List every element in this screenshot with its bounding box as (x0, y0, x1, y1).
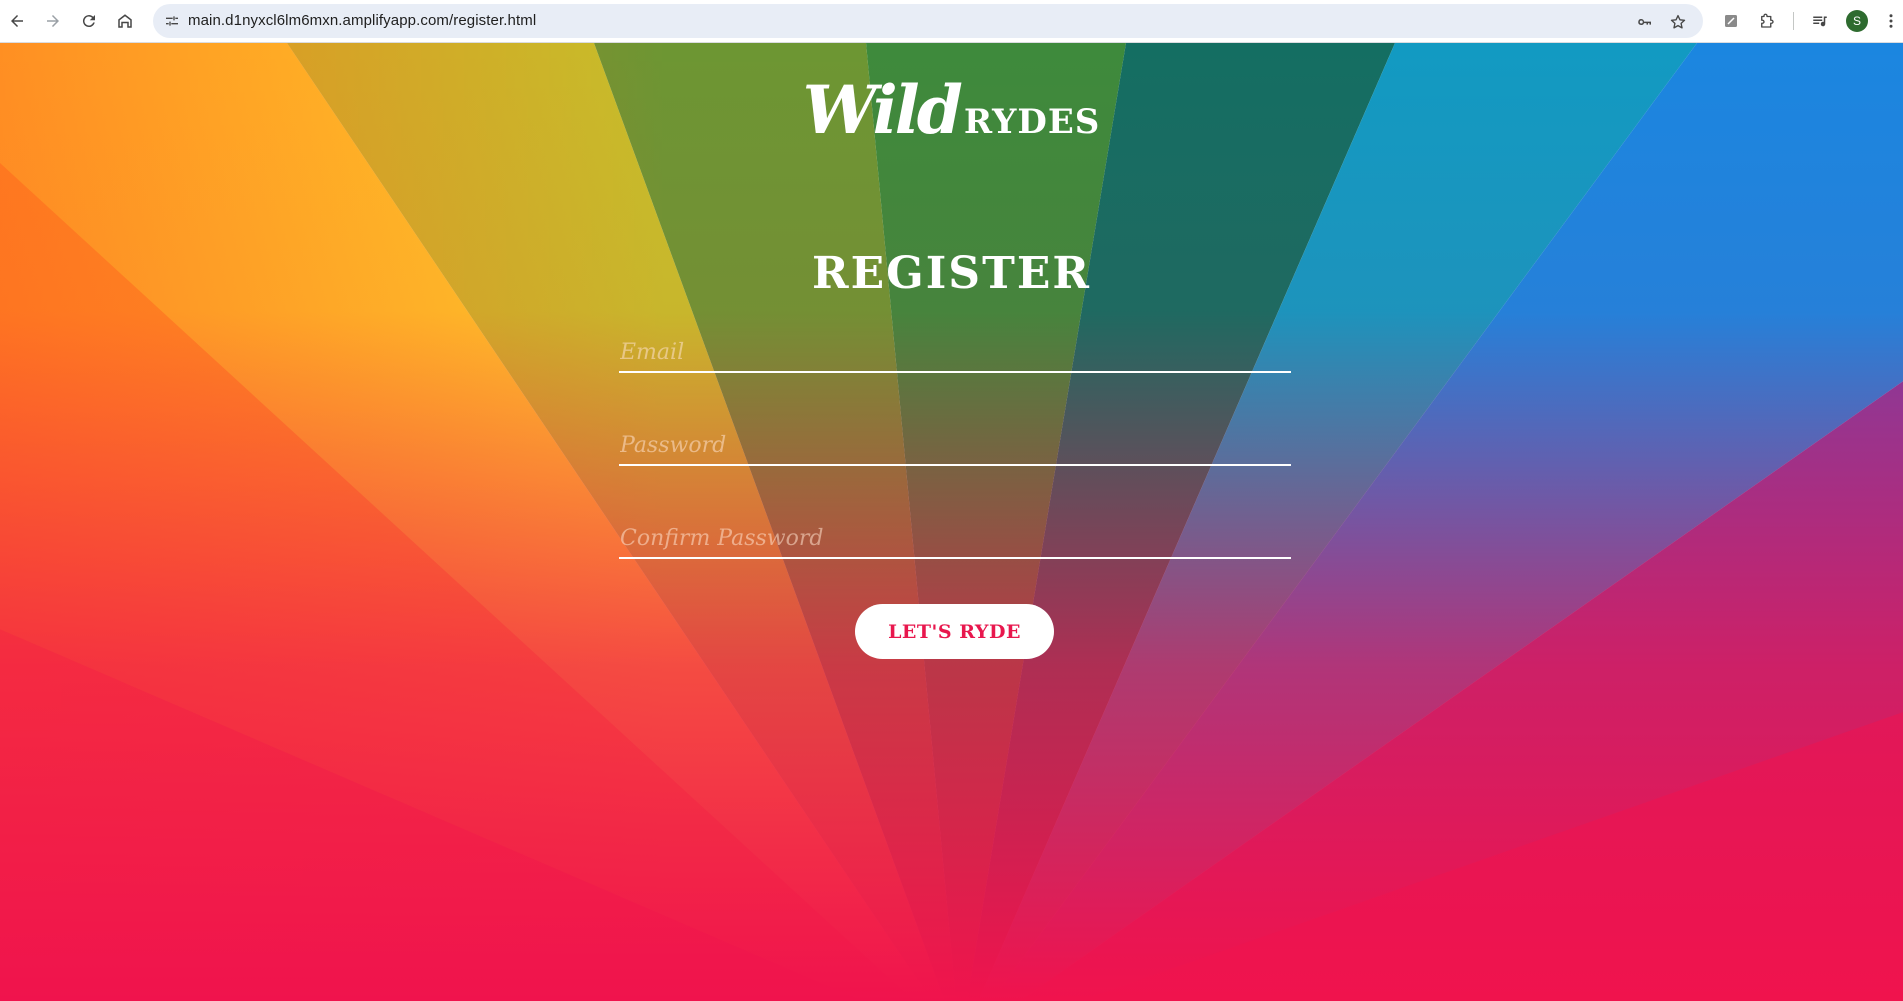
password-manager-button[interactable] (1635, 12, 1655, 32)
bookmark-button[interactable] (1668, 12, 1688, 32)
arrow-right-icon (47, 15, 59, 27)
home-icon (118, 14, 132, 28)
url-text[interactable]: main.d1nyxcl6lm6mxn.amplifyapp.com/regis… (188, 4, 536, 38)
toolbar-separator (1793, 12, 1794, 30)
extension-icon (1725, 15, 1737, 27)
arrow-left-icon (11, 15, 23, 27)
wild-rydes-logo: Wild RYDES (0, 71, 1903, 149)
browser-menu-button[interactable] (1881, 10, 1901, 32)
tune-icon (166, 16, 178, 26)
confirm-password-field[interactable] (619, 519, 1291, 559)
back-button[interactable] (4, 8, 30, 34)
browser-toolbar: main.d1nyxcl6lm6mxn.amplifyapp.com/regis… (0, 0, 1903, 43)
kebab-menu-icon (1889, 14, 1893, 28)
extension-button[interactable] (1720, 10, 1742, 32)
address-bar[interactable]: main.d1nyxcl6lm6mxn.amplifyapp.com/regis… (153, 4, 1703, 38)
reload-icon (82, 15, 95, 28)
page-title: REGISTER (812, 248, 1091, 299)
home-button[interactable] (112, 8, 138, 34)
email-field[interactable] (619, 333, 1291, 373)
site-info-button[interactable] (163, 12, 181, 30)
page-viewport: WildRYDES REGISTER LET'S RYDE (0, 43, 1903, 1001)
media-controls-button[interactable] (1809, 10, 1831, 32)
logo-script-text: Wild (802, 71, 963, 149)
star-icon (1670, 14, 1686, 29)
password-field[interactable] (619, 426, 1291, 466)
media-queue-icon (1813, 16, 1827, 27)
logo-caps-text: RYDES (963, 102, 1101, 142)
key-icon (1638, 18, 1651, 25)
profile-avatar[interactable]: S (1846, 10, 1868, 32)
extension-puzzle-icon (1761, 13, 1774, 28)
reload-button[interactable] (76, 8, 102, 34)
lets-ryde-button[interactable]: LET'S RYDE (855, 604, 1054, 659)
extensions-menu-button[interactable] (1756, 10, 1778, 32)
forward-button[interactable] (40, 8, 66, 34)
